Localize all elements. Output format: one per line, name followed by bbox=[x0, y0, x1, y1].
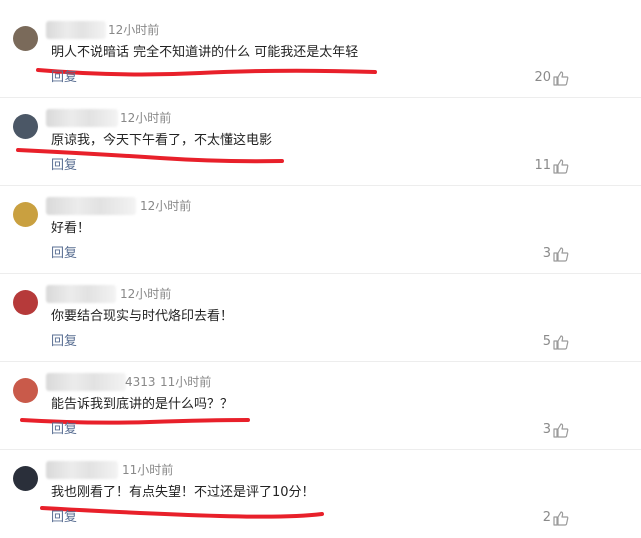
comment-time: 11小时前 bbox=[122, 463, 174, 477]
username-blurred[interactable] bbox=[46, 373, 126, 391]
avatar[interactable] bbox=[13, 378, 38, 403]
comment-text: 能告诉我到底讲的是什么吗？？ bbox=[51, 397, 234, 412]
comment-item: 12小时前 明人不说暗话 完全不知道讲的什么 可能我还是太年轻 回复 20 bbox=[0, 10, 641, 98]
username-blurred[interactable] bbox=[46, 285, 116, 303]
thumbs-up-icon bbox=[553, 510, 569, 526]
avatar[interactable] bbox=[13, 466, 38, 491]
comment-text: 原谅我，今天下午看了，不太懂这电影 bbox=[51, 133, 273, 148]
comment-text: 好看！ bbox=[51, 221, 91, 236]
like-button[interactable]: 3 bbox=[543, 422, 569, 438]
like-count: 2 bbox=[542, 510, 551, 525]
thumbs-up-icon bbox=[553, 158, 569, 174]
comment-item: 11小时前 我也刚看了！有点失望！不过还是评了10分！ 回复 2 bbox=[0, 450, 641, 538]
reply-link[interactable]: 回复 bbox=[51, 510, 77, 526]
reply-link[interactable]: 回复 bbox=[51, 158, 77, 174]
thumbs-up-icon bbox=[553, 70, 569, 86]
thumbs-up-icon bbox=[553, 422, 569, 438]
like-count: 20 bbox=[534, 70, 551, 85]
comment-item: 4313 11小时前 能告诉我到底讲的是什么吗？？ 回复 3 bbox=[0, 362, 641, 450]
username-blurred[interactable] bbox=[46, 461, 118, 479]
username-blurred[interactable] bbox=[46, 21, 106, 39]
avatar[interactable] bbox=[13, 114, 38, 139]
comment-time: 12小时前 bbox=[108, 23, 160, 37]
like-count: 3 bbox=[542, 422, 551, 437]
like-button[interactable]: 11 bbox=[534, 158, 569, 174]
like-button[interactable]: 5 bbox=[543, 334, 569, 350]
comment-text: 明人不说暗话 完全不知道讲的什么 可能我还是太年轻 bbox=[51, 45, 359, 60]
comment-time: 12小时前 bbox=[140, 199, 192, 213]
comment-item: 12小时前 你要结合现实与时代烙印去看！ 回复 5 bbox=[0, 274, 641, 362]
like-count: 11 bbox=[534, 158, 551, 173]
reply-link[interactable]: 回复 bbox=[51, 70, 77, 86]
avatar[interactable] bbox=[13, 290, 38, 315]
like-button[interactable]: 20 bbox=[534, 70, 569, 86]
comment-item: 12小时前 好看！ 回复 3 bbox=[0, 186, 641, 274]
comment-text: 你要结合现实与时代烙印去看！ bbox=[51, 309, 234, 324]
avatar[interactable] bbox=[13, 202, 38, 227]
reply-link[interactable]: 回复 bbox=[51, 422, 77, 438]
like-count: 5 bbox=[542, 334, 551, 349]
thumbs-up-icon bbox=[553, 246, 569, 262]
avatar[interactable] bbox=[13, 26, 38, 51]
like-count: 3 bbox=[542, 246, 551, 261]
like-button[interactable]: 2 bbox=[543, 510, 569, 526]
reply-link[interactable]: 回复 bbox=[51, 246, 77, 262]
like-button[interactable]: 3 bbox=[543, 246, 569, 262]
thumbs-up-icon bbox=[553, 334, 569, 350]
username-suffix[interactable]: 4313 bbox=[125, 374, 156, 390]
username-blurred[interactable] bbox=[46, 197, 136, 215]
comment-time: 12小时前 bbox=[120, 287, 172, 301]
username-blurred[interactable] bbox=[46, 109, 118, 127]
comment-text: 我也刚看了！有点失望！不过还是评了10分！ bbox=[51, 485, 315, 500]
reply-link[interactable]: 回复 bbox=[51, 334, 77, 350]
comment-time: 12小时前 bbox=[120, 111, 172, 125]
comment-time: 11小时前 bbox=[160, 375, 212, 389]
comment-item: 12小时前 原谅我，今天下午看了，不太懂这电影 回复 11 bbox=[0, 98, 641, 186]
